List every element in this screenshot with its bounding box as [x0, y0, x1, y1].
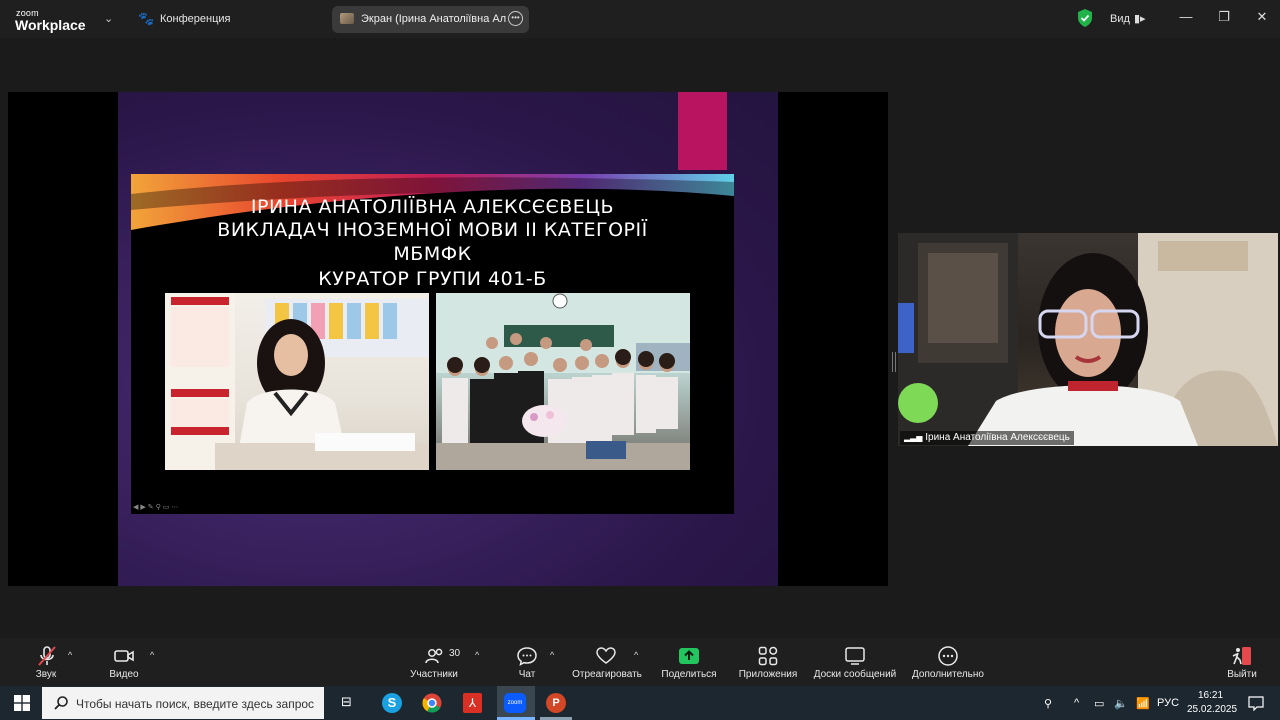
- slide-title-line4: КУРАТОР ГРУПИ 401-Б: [318, 268, 547, 290]
- whiteboards-button[interactable]: Доски сообщений: [808, 669, 902, 680]
- resize-handle[interactable]: [892, 352, 896, 372]
- close-icon[interactable]: ✕: [1252, 9, 1272, 25]
- leave-button[interactable]: Выйти: [1220, 669, 1264, 680]
- heart-icon[interactable]: [595, 645, 617, 667]
- chevron-down-icon[interactable]: ⌄: [104, 12, 113, 25]
- mic-muted-icon[interactable]: [34, 645, 60, 667]
- zoom-workplace-logo[interactable]: Workplace: [15, 17, 86, 33]
- share-button[interactable]: Поделиться: [658, 669, 720, 680]
- restore-icon[interactable]: ❐: [1214, 9, 1234, 25]
- slide-accent-block: [678, 92, 727, 170]
- participant-video[interactable]: [898, 233, 1278, 446]
- meeting-menu[interactable]: Конференция: [160, 13, 230, 25]
- chat-button[interactable]: Чат: [510, 669, 544, 680]
- signal-bars-icon: ▂▃▅: [904, 433, 923, 442]
- slide-nav-controls[interactable]: ◀▶✎⚲▭⋯: [133, 503, 180, 511]
- video-camera-icon[interactable]: [112, 645, 136, 667]
- audio-button[interactable]: Звук: [24, 669, 68, 680]
- participants-count: 30: [449, 648, 461, 659]
- notification-icon[interactable]: [1248, 695, 1264, 716]
- chat-icon[interactable]: [516, 645, 538, 667]
- skype-icon[interactable]: S: [382, 693, 402, 713]
- powerpoint-icon[interactable]: P: [546, 693, 566, 713]
- view-menu[interactable]: Вид: [1110, 13, 1130, 25]
- zoom-app-icon[interactable]: zoom: [504, 693, 526, 713]
- slide-photo-group: [436, 293, 690, 470]
- chrome-icon[interactable]: [422, 693, 442, 718]
- view-layout-icon[interactable]: ▮▸: [1134, 12, 1146, 25]
- reactions-button[interactable]: Отреагировать: [568, 669, 646, 680]
- screen-thumbnail-icon: [340, 13, 354, 24]
- more-options-icon[interactable]: •••: [508, 11, 523, 26]
- battery-icon[interactable]: ▭: [1094, 697, 1104, 710]
- participants-button[interactable]: Участники: [402, 669, 466, 680]
- paw-icon[interactable]: 🐾: [138, 11, 154, 27]
- video-caret-icon[interactable]: ^: [150, 650, 154, 660]
- audio-caret-icon[interactable]: ^: [68, 650, 72, 660]
- minimize-icon[interactable]: —: [1176, 9, 1196, 24]
- slide-title-line1: ІРИНА АНАТОЛІЇВНА АЛЕКСЄЄВЕЦЬ: [250, 196, 615, 218]
- search-placeholder[interactable]: Чтобы начать поиск, введите здесь запрос: [76, 697, 314, 711]
- video-button[interactable]: Видео: [100, 669, 148, 680]
- whiteboard-icon[interactable]: [844, 645, 866, 667]
- shield-check-icon[interactable]: [1077, 9, 1093, 27]
- participants-icon[interactable]: [424, 645, 446, 667]
- acrobat-icon[interactable]: ⅄: [463, 693, 482, 713]
- slide-title-line2: ВИКЛАДАЧ ІНОЗЕМНОЇ МОВИ ІІ КАТЕГОРІЇ: [217, 219, 648, 241]
- clock-date[interactable]: 25.02.2025: [1187, 704, 1237, 715]
- clock-time[interactable]: 16:21: [1198, 690, 1223, 701]
- language-indicator[interactable]: РУС: [1157, 697, 1179, 709]
- volume-icon[interactable]: 🔈: [1114, 697, 1128, 710]
- leave-icon[interactable]: [1230, 645, 1254, 667]
- windows-start-icon[interactable]: [14, 695, 30, 716]
- participant-name: Ірина Анатоліївна Алексєєвець: [925, 432, 1070, 443]
- more-dots-icon[interactable]: [937, 645, 959, 667]
- participants-caret-icon[interactable]: ^: [475, 650, 479, 660]
- apps-icon[interactable]: [757, 645, 779, 667]
- participant-name-tag: ▂▃▅ Ірина Анатоліївна Алексєєвець: [900, 431, 1074, 445]
- slide-photo-teacher: [165, 293, 429, 470]
- chat-caret-icon[interactable]: ^: [550, 650, 554, 660]
- people-icon[interactable]: ⚲: [1044, 697, 1052, 710]
- wifi-icon[interactable]: 📶: [1136, 697, 1150, 710]
- tray-chevron-up-icon[interactable]: ^: [1074, 697, 1079, 709]
- more-button[interactable]: Дополнительно: [906, 669, 990, 680]
- screen-share-label[interactable]: Экран (Ірина Анатоліївна Алек: [361, 13, 506, 25]
- task-view-icon[interactable]: ⊟: [341, 694, 352, 710]
- slide-title-line3: МБМФК: [393, 243, 472, 265]
- apps-button[interactable]: Приложения: [734, 669, 802, 680]
- share-screen-icon[interactable]: [678, 645, 700, 667]
- reactions-caret-icon[interactable]: ^: [634, 650, 638, 660]
- search-icon: [53, 695, 69, 716]
